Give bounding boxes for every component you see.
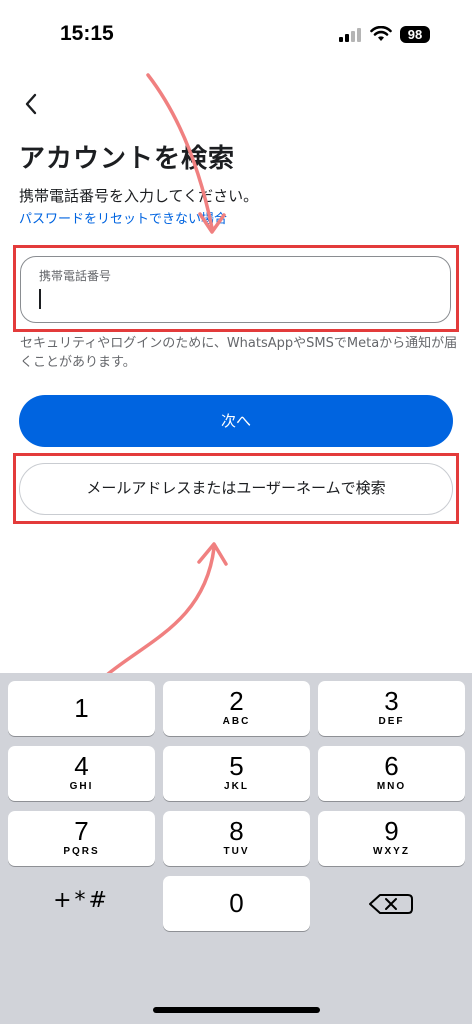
status-time: 15:15	[60, 22, 114, 45]
numeric-keypad: 1 2 ABC 3 DEF 4 GHI 5 JKL 6 MNO 7 PQRS 8…	[0, 673, 472, 1024]
key-5[interactable]: 5 JKL	[163, 746, 310, 801]
delete-key[interactable]	[318, 876, 465, 931]
key-3[interactable]: 3 DEF	[318, 681, 465, 736]
email-button-highlight-box	[13, 453, 459, 524]
phone-field-highlight-box	[13, 245, 459, 332]
key-8[interactable]: 8 TUV	[163, 811, 310, 866]
helper-text: セキュリティやログインのために、WhatsAppやSMSでMetaから通知が届く…	[20, 336, 458, 370]
key-9[interactable]: 9 WXYZ	[318, 811, 465, 866]
key-0[interactable]: 0	[163, 876, 310, 931]
password-reset-link[interactable]: パスワードをリセットできない場合	[19, 208, 227, 227]
chevron-left-icon	[25, 93, 37, 115]
key-7[interactable]: 7 PQRS	[8, 811, 155, 866]
key-4[interactable]: 4 GHI	[8, 746, 155, 801]
wifi-icon	[370, 26, 392, 41]
cellular-signal-icon	[339, 28, 361, 42]
next-button[interactable]: 次へ	[19, 395, 453, 447]
backspace-icon	[369, 894, 413, 914]
battery-indicator: 98	[400, 26, 430, 43]
status-bar: 15:15 98	[0, 0, 472, 70]
home-indicator	[153, 1007, 320, 1013]
key-6[interactable]: 6 MNO	[318, 746, 465, 801]
page-subtitle: 携帯電話番号を入力してください。	[19, 187, 259, 205]
up-arrow-icon	[106, 542, 228, 676]
key-2[interactable]: 2 ABC	[163, 681, 310, 736]
page-title: アカウントを検索	[19, 144, 236, 174]
key-1[interactable]: 1	[8, 681, 155, 736]
back-button[interactable]	[16, 88, 48, 120]
symbols-key[interactable]: +*#	[8, 876, 155, 931]
